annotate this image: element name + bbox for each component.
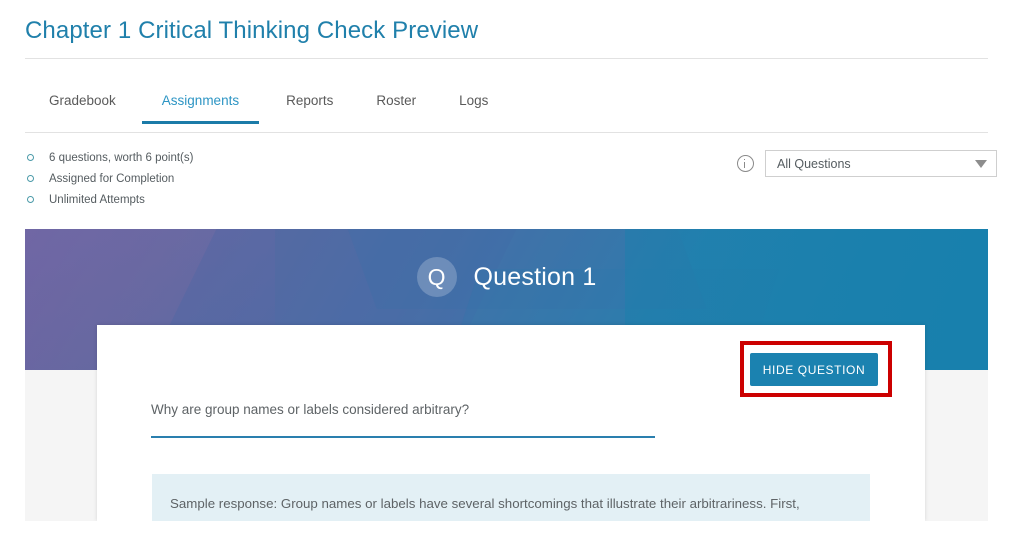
question-card: HIDE QUESTION Why are group names or lab… [97, 325, 925, 521]
list-item: Assigned for Completion [25, 168, 505, 189]
meta-assignment-type: Assigned for Completion [49, 172, 175, 185]
tab-reports-label: Reports [286, 93, 334, 108]
tab-bar-divider [25, 132, 988, 133]
question-filter-select[interactable]: All Questions [765, 150, 997, 177]
page-title-wrap: Chapter 1 Critical Thinking Check Previe… [25, 16, 988, 46]
question-prompt-underline [151, 436, 655, 438]
viewport-bottom-clip [0, 521, 1026, 545]
question-filter-value: All Questions [777, 156, 851, 171]
tab-roster[interactable]: Roster [376, 84, 416, 124]
tab-logs-label: Logs [459, 93, 489, 108]
title-divider [25, 58, 988, 59]
question-filter-row: All Questions [737, 150, 997, 177]
page-root: Chapter 1 Critical Thinking Check Previe… [0, 0, 1026, 545]
meta-attempts: Unlimited Attempts [49, 193, 145, 206]
question-badge-icon: Q [416, 257, 457, 297]
bullet-icon [27, 175, 34, 182]
sample-response-text: Sample response: Group names or labels h… [170, 496, 800, 511]
tab-reports[interactable]: Reports [286, 84, 333, 124]
info-circle-icon[interactable] [737, 155, 754, 172]
tab-roster-label: Roster [376, 93, 417, 108]
tab-gradebook-label: Gradebook [49, 93, 116, 108]
tab-gradebook[interactable]: Gradebook [49, 84, 116, 124]
question-banner-heading: Q Question 1 [25, 229, 988, 325]
list-item: 6 questions, worth 6 point(s) [25, 147, 505, 168]
bullet-icon [27, 196, 34, 203]
sample-response-box: Sample response: Group names or labels h… [152, 474, 870, 521]
tab-assignments-label: Assignments [161, 93, 240, 108]
tab-logs[interactable]: Logs [459, 84, 488, 124]
hide-question-button[interactable]: HIDE QUESTION [750, 353, 878, 386]
bullet-icon [27, 154, 34, 161]
tab-bar: Gradebook Assignments Reports Roster Log… [25, 84, 988, 133]
page-title: Chapter 1 Critical Thinking Check Previe… [25, 17, 479, 44]
list-item: Unlimited Attempts [25, 189, 505, 210]
question-prompt: Why are group names or labels considered… [151, 402, 470, 417]
tab-assignments[interactable]: Assignments [141, 84, 260, 124]
assignment-meta-list: 6 questions, worth 6 point(s) Assigned f… [25, 147, 505, 210]
chevron-down-icon [975, 159, 987, 168]
question-title: Question 1 [473, 262, 597, 291]
meta-questions-points: 6 questions, worth 6 point(s) [49, 151, 194, 164]
